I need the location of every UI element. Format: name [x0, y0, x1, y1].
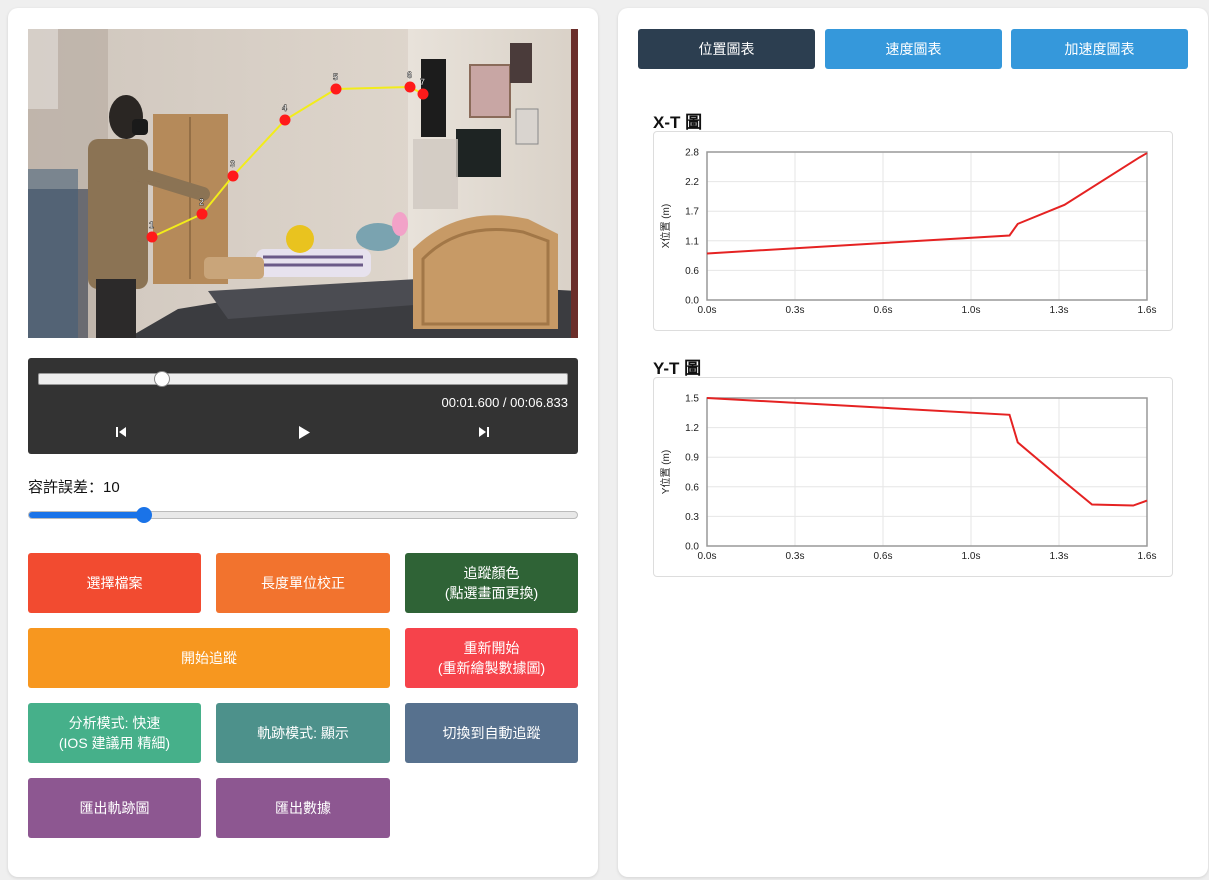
trajectory-point	[417, 88, 429, 100]
trajectory-point	[330, 83, 342, 95]
plot-area-border	[706, 151, 1148, 301]
tolerance-value: 10	[103, 479, 120, 496]
xt-chart-svg: 0.0s 0.3s 0.6s 1.0s 1.3s 1.6s 0.0 0.6 1.1 1.7 2.2 2…	[659, 148, 1157, 317]
y-tick-label: 1.2	[685, 423, 699, 434]
trajectory-point	[227, 170, 239, 182]
x-tick-label: 0.6s	[874, 305, 893, 316]
x-tick-label: 1.0s	[962, 305, 981, 316]
trail-mode-button[interactable]: 軌跡模式: 顯示	[216, 703, 390, 763]
time-separator: /	[499, 395, 511, 410]
series-line	[706, 397, 1148, 507]
x-tick-label: 0.3s	[786, 551, 805, 562]
start-tracking-button[interactable]: 開始追蹤	[28, 628, 390, 688]
yt-chart: 0.0s 0.3s 0.6s 1.0s 1.3s 1.6s 0.0 0.3 0.6 0.9 1.2 1…	[653, 377, 1173, 577]
tab-position[interactable]: 位置圖表	[638, 29, 815, 69]
trajectory-point-label: 3	[230, 159, 235, 169]
current-time: 00:01.600	[441, 395, 500, 410]
trajectory-point-label: 6	[407, 70, 412, 80]
yt-chart-svg: 0.0s 0.3s 0.6s 1.0s 1.3s 1.6s 0.0 0.3 0.6 0.9 1.2 1…	[659, 394, 1157, 563]
tolerance-slider-thumb[interactable]	[135, 507, 152, 523]
x-tick-label: 1.0s	[962, 551, 981, 562]
analysis-mode-button[interactable]: 分析模式: 快速 (IOS 建議用 精細)	[28, 703, 201, 763]
tab-velocity[interactable]: 速度圖表	[825, 29, 1002, 69]
y-tick-label: 0.3	[685, 512, 699, 523]
x-tick-label: 1.3s	[1050, 305, 1069, 316]
tolerance-slider[interactable]	[28, 511, 578, 519]
export-trail-button[interactable]: 匯出軌跡圖	[28, 778, 201, 838]
video-scene: 1 2 3 4 5 67	[28, 29, 578, 338]
x-tick-label: 0.0s	[698, 551, 717, 562]
time-readout: 00:01.600 / 00:06.833	[441, 395, 568, 410]
x-tick-label: 1.6s	[1138, 551, 1157, 562]
y-tick-label: 0.9	[685, 453, 699, 464]
video-frame[interactable]: 1 2 3 4 5 67	[28, 29, 578, 338]
trajectory-point-label: 7	[420, 77, 425, 87]
choose-file-button[interactable]: 選擇檔案	[28, 553, 201, 613]
plot-area-border	[706, 397, 1148, 547]
tolerance-label: 容許誤差：10	[28, 476, 120, 497]
y-tick-label: 2.8	[685, 148, 699, 159]
track-color-button[interactable]: 追蹤顏色 (點選畫面更換)	[405, 553, 578, 613]
calibrate-length-button[interactable]: 長度單位校正	[216, 553, 390, 613]
xt-chart: 0.0s 0.3s 0.6s 1.0s 1.3s 1.6s 0.0 0.6 1.1 1.7 2.2 2…	[653, 131, 1173, 331]
seek-bar[interactable]	[38, 373, 568, 385]
switch-auto-tracking-button[interactable]: 切換到自動追蹤	[405, 703, 578, 763]
previous-frame-button[interactable]	[110, 422, 132, 442]
y-tick-label: 2.2	[685, 177, 699, 188]
trajectory-point-label: 5	[333, 72, 338, 82]
y-axis-title: X位置 (m)	[659, 204, 672, 248]
y-tick-label: 0.6	[685, 482, 699, 493]
trajectory-point	[196, 208, 208, 220]
trajectory-point	[404, 81, 416, 93]
restart-button[interactable]: 重新開始 (重新繪製數據圖)	[405, 628, 578, 688]
video-player-controls: 00:01.600 / 00:06.833	[28, 358, 578, 454]
y-tick-label: 0.6	[685, 266, 699, 277]
tolerance-label-text: 容許誤差：	[28, 479, 104, 496]
play-icon	[299, 425, 310, 439]
yt-chart-title: Y-T 圖	[653, 359, 702, 378]
y-axis-title: Y位置 (m)	[659, 450, 672, 494]
trajectory-point-label: 1	[149, 220, 154, 230]
seek-thumb[interactable]	[154, 371, 171, 387]
series-line	[706, 152, 1148, 255]
export-data-button[interactable]: 匯出數據	[216, 778, 390, 838]
total-time: 00:06.833	[510, 395, 568, 410]
skip-forward-icon	[479, 427, 489, 437]
trajectory-point-label: 2	[199, 197, 204, 207]
x-tick-label: 1.3s	[1050, 551, 1069, 562]
x-tick-label: 0.3s	[786, 305, 805, 316]
next-frame-button[interactable]	[473, 422, 495, 442]
tracker-panel: 1 2 3 4 5 67 00:01.600 / 00:06.833 容許誤差：10 選擇…	[8, 8, 598, 877]
x-tick-label: 0.6s	[874, 551, 893, 562]
x-tick-label: 1.6s	[1138, 305, 1157, 316]
y-tick-label: 0.0	[685, 542, 699, 553]
y-tick-label: 1.7	[685, 207, 699, 218]
x-tick-label: 0.0s	[698, 305, 717, 316]
trajectory-point	[279, 114, 291, 126]
trajectory-point-label: 4	[282, 103, 287, 113]
play-button[interactable]	[293, 422, 315, 442]
y-tick-label: 1.5	[685, 394, 699, 405]
charts-panel: 位置圖表 速度圖表 加速度圖表 X-T 圖 0.0s 0.3s 0.6s 1.0s 1.…	[618, 8, 1208, 877]
y-tick-label: 0.0	[685, 296, 699, 307]
skip-back-icon	[116, 427, 126, 437]
xt-chart-title: X-T 圖	[653, 113, 703, 132]
trajectory-point	[146, 231, 158, 243]
tab-acceleration[interactable]: 加速度圖表	[1011, 29, 1188, 69]
y-tick-label: 1.1	[685, 236, 699, 247]
tolerance-slider-fill	[29, 512, 145, 518]
